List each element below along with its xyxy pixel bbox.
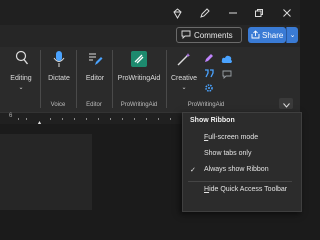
chevron-down-icon: ⌄ (18, 85, 24, 91)
restore-icon[interactable] (252, 6, 266, 20)
ruler-tick (18, 118, 19, 120)
document-page[interactable] (0, 134, 92, 210)
search-icon (15, 50, 29, 71)
pen-icon[interactable] (197, 6, 211, 20)
ruler-tick (110, 118, 111, 120)
chevron-down-icon (282, 95, 290, 113)
group-label-prowritingaid: ProWritingAid (187, 102, 225, 108)
ribbon-divider (40, 50, 41, 108)
menu-item-label: ull-screen mode (208, 134, 259, 141)
menu-item-label: ide Quick Access Toolbar (209, 186, 288, 193)
ruler-tick (62, 118, 63, 120)
ruler-number: 6 (9, 113, 13, 119)
comment-icon (181, 30, 191, 41)
editing-label: Editing (10, 75, 32, 82)
creative-label: Creative (170, 75, 198, 82)
dictate-button[interactable]: Dictate (44, 50, 74, 98)
group-label-voice: Voice (50, 102, 66, 108)
comments-label: Comments (194, 30, 233, 40)
editor-icon (87, 51, 103, 72)
show-ribbon-menu (182, 112, 302, 212)
menu-item-hide-quick-access-toolbar[interactable]: Hide Quick Access Toolbar (204, 186, 287, 193)
checkmark-icon: ✓ (190, 167, 196, 174)
menu-title: Show Ribbon (190, 117, 235, 124)
menu-divider (188, 181, 292, 182)
diamond-icon[interactable] (170, 6, 184, 20)
ruler-tick (86, 118, 87, 120)
prowritingaid-button[interactable]: ProWritingAid (114, 50, 164, 98)
comments-button[interactable]: Comments (176, 27, 242, 43)
speech-bubble-icon[interactable] (222, 66, 232, 84)
editor-button[interactable]: Editor (80, 50, 110, 98)
menu-item-show-tabs-only[interactable]: Show tabs only (204, 150, 251, 157)
ruler-tick (122, 118, 123, 120)
creative-button[interactable]: Creative ⌄ (168, 50, 200, 98)
menu-item-label: Always show Ribbon (204, 166, 269, 173)
settings-icon[interactable] (204, 80, 214, 98)
editor-label: Editor (85, 75, 105, 82)
menu-item-always-show-ribbon[interactable]: Always show Ribbon (204, 166, 269, 173)
ruler-tick (26, 118, 27, 120)
ruler-tick (74, 118, 75, 120)
menu-item-full-screen-mode[interactable]: Full-screen mode (204, 134, 258, 141)
ruler-tick (146, 118, 147, 120)
close-icon[interactable] (280, 6, 294, 20)
group-label-editor: Editor (86, 102, 102, 108)
dictate-label: Dictate (48, 75, 70, 82)
group-label-prowritingaid: ProWritingAid (120, 102, 158, 108)
chevron-down-icon: ⌄ (181, 85, 187, 91)
ribbon-divider (166, 50, 167, 108)
ruler-tick (98, 118, 99, 120)
prowritingaid-label: ProWritingAid (117, 75, 161, 82)
magic-wand-icon (176, 52, 192, 72)
prowritingaid-logo (131, 51, 147, 67)
share-icon (251, 29, 260, 41)
minimize-icon[interactable] (226, 6, 240, 20)
menu-item-label: Show tabs only (204, 150, 252, 157)
chevron-down-icon: ⌄ (289, 32, 296, 39)
share-label: Share (262, 30, 284, 40)
microphone-icon (53, 50, 65, 73)
share-options-button[interactable]: ⌄ (286, 27, 298, 43)
ruler-tick (50, 118, 51, 120)
ribbon-display-options-button[interactable] (279, 98, 293, 109)
ribbon-divider (76, 50, 77, 108)
share-button[interactable]: Share (248, 27, 286, 43)
ruler-tick (134, 118, 135, 120)
ruler-tick (170, 118, 171, 120)
editing-button[interactable]: Editing ⌄ (6, 50, 36, 98)
ruler-tick (158, 118, 159, 120)
ribbon-divider (112, 50, 113, 108)
